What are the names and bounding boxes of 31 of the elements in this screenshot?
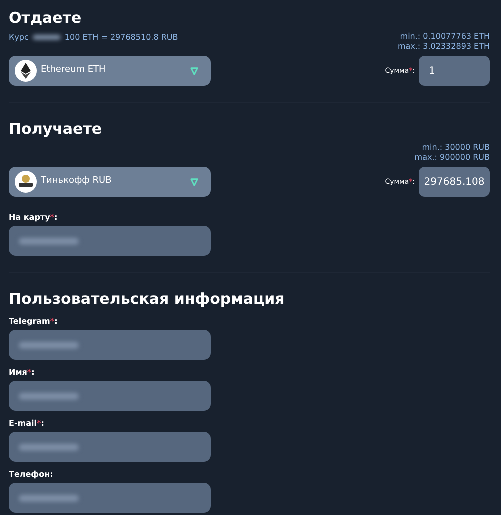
amount-field[interactable]: 297685.108 — [419, 167, 490, 197]
input-field[interactable] — [9, 226, 211, 256]
limit-text: min.: 0.10077763 ETH — [399, 32, 490, 42]
amount-field[interactable]: 1 — [419, 56, 490, 86]
limit-text: min.: 30000 RUB — [421, 143, 490, 153]
dropdown-icon — [190, 66, 199, 76]
section-title: Получаете — [9, 119, 104, 139]
section-title: Пользовательская информация — [9, 289, 286, 309]
currency-select[interactable]: Ethereum ETH — [9, 56, 211, 86]
field-label: Имя*: — [9, 368, 36, 378]
input-field[interactable] — [9, 330, 211, 360]
ethereum-logo-icon — [15, 60, 37, 82]
dropdown-icon — [190, 178, 199, 186]
section-title: Отдаете — [9, 8, 83, 28]
rate-text: Курс 100 ETH = 29768510.8 RUB — [9, 32, 178, 44]
field-label: Telegram*: — [9, 317, 59, 327]
bank-logo-icon — [15, 171, 37, 193]
redacted-text — [19, 342, 79, 348]
currency-select[interactable]: Тинькофф RUB — [9, 167, 211, 197]
redacted-text — [19, 494, 79, 502]
field-label: На карту*: — [9, 213, 59, 223]
limit-text: max.: 900000 RUB — [414, 153, 490, 163]
field-label: E-mail*: — [9, 419, 46, 429]
redacted-text — [19, 444, 79, 450]
redacted-text — [19, 392, 79, 400]
input-field[interactable] — [9, 483, 211, 513]
redacted-text — [19, 238, 79, 244]
input-field[interactable] — [9, 432, 211, 462]
input-field[interactable] — [9, 381, 211, 411]
limit-text: max.: 3.02332893 ETH — [398, 42, 490, 52]
field-label: Телефон: — [9, 470, 54, 480]
